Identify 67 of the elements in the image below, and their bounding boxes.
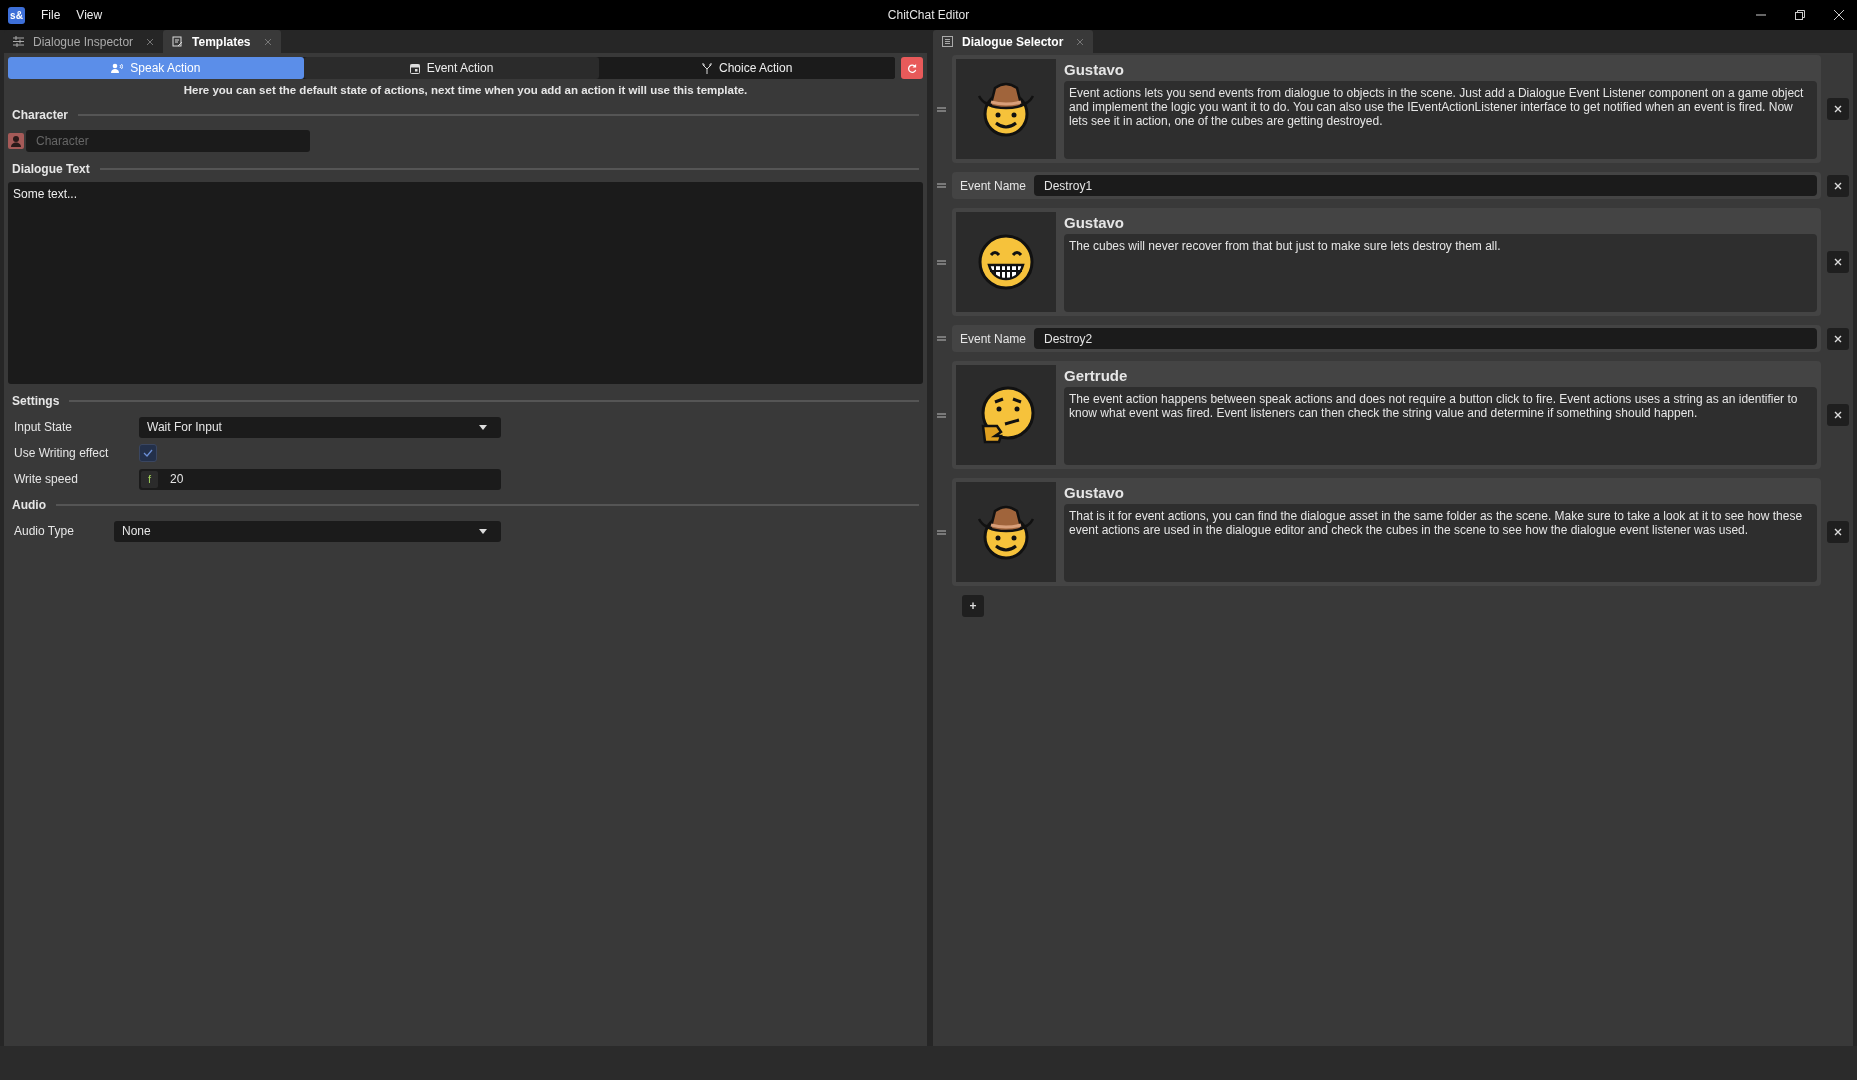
window-title: ChitChat Editor: [887, 8, 970, 22]
writing-effect-checkbox[interactable]: [139, 444, 157, 462]
drag-handle-icon[interactable]: [937, 106, 946, 112]
caret-icon: [479, 424, 487, 430]
delete-button[interactable]: [1827, 251, 1849, 273]
app-logo: s&: [8, 6, 25, 24]
character-field[interactable]: Character: [26, 130, 310, 152]
dialogue-text-field[interactable]: The event action happens between speak actions and does not require a button click to fire. Event actions uses a string as an identifier to know what event was fired. Event listeners can then check the string value and determine if something should happen.: [1064, 387, 1817, 465]
section-heading: Audio: [12, 498, 46, 512]
panel-tab[interactable]: Dialogue Selector: [933, 30, 1094, 53]
person-icon: [8, 133, 24, 149]
delete-button[interactable]: [1827, 174, 1849, 197]
person-speaking-icon: [111, 62, 124, 74]
section-heading: Settings: [12, 394, 60, 408]
add-action-button[interactable]: +: [962, 595, 984, 617]
panel-tab[interactable]: Templates: [163, 30, 281, 53]
audio-type-dropdown[interactable]: None: [114, 520, 501, 542]
menu-item[interactable]: File: [41, 8, 61, 22]
character-name: Gustavo: [1064, 483, 1125, 502]
caret-icon: [479, 528, 487, 534]
calendar-icon: [409, 62, 420, 74]
field-label: Event Name: [960, 331, 1027, 346]
character-name: Gertrude: [1064, 366, 1129, 385]
delete-button[interactable]: [1827, 521, 1849, 543]
field-label: Use Writing effect: [14, 446, 110, 460]
sliders-icon: [13, 36, 24, 47]
close-icon: [1834, 105, 1842, 113]
input-state-dropdown[interactable]: Wait For Input: [139, 416, 501, 438]
restore-icon[interactable]: [1794, 9, 1806, 21]
event-name-field[interactable]: Destroy2: [1034, 328, 1817, 349]
field-label: Input State: [14, 420, 74, 434]
refresh-icon: [907, 63, 917, 73]
close-icon: [1834, 181, 1842, 190]
delete-button[interactable]: [1827, 404, 1849, 426]
drag-handle-icon[interactable]: [937, 259, 946, 265]
character-name: Gustavo: [1064, 213, 1125, 232]
template-hint: Here you can set the default state of actions, next time when you add an action it will use this template.: [182, 83, 749, 98]
field-label: Audio Type: [14, 524, 75, 538]
dialogue-text-field[interactable]: That is it for event actions, you can find the dialogue asset in the same folder as the scene. Make sure to take a look at it to see how these event actions are used in the dialogue editor and check the cubes in the scene to see how the dialogue event listener was used.: [1064, 504, 1817, 582]
reset-button[interactable]: [901, 57, 923, 79]
section-heading: Dialogue Text: [12, 162, 90, 176]
drag-handle-icon[interactable]: [937, 336, 946, 341]
drag-handle-icon[interactable]: [937, 412, 946, 418]
event-name-field[interactable]: Destroy1: [1034, 175, 1817, 196]
write-speed-field[interactable]: f 20: [139, 468, 501, 490]
close-icon: [1834, 334, 1842, 343]
close-icon: [1834, 258, 1842, 266]
drag-handle-icon[interactable]: [937, 183, 946, 188]
document-edit-icon: [172, 36, 184, 47]
character-name: Gustavo: [1064, 60, 1125, 79]
close-icon[interactable]: [1833, 9, 1845, 21]
check-icon: [143, 449, 153, 457]
menu-item[interactable]: View: [76, 8, 103, 22]
close-icon: [1834, 411, 1842, 419]
list-icon: [942, 36, 953, 47]
fork-icon: [702, 62, 712, 74]
dialogue-text-field[interactable]: Some text...: [8, 182, 923, 384]
delete-button[interactable]: [1827, 98, 1849, 120]
action-tab[interactable]: Event Action: [303, 57, 600, 79]
close-icon: [1834, 528, 1842, 536]
delete-button[interactable]: [1827, 327, 1849, 350]
drag-handle-icon[interactable]: [937, 529, 946, 535]
field-label: Event Name: [960, 178, 1027, 193]
dialogue-text-field[interactable]: The cubes will never recover from that but just to make sure lets destroy them all.: [1064, 234, 1817, 312]
section-heading: Character: [12, 108, 69, 122]
dialogue-text-field[interactable]: Event actions lets you send events from dialogue to objects in the scene. Just add a Dialogue Event Listener component on a game object and implement the logic you want it to do. You can also use the IEventActionListener interface to get notified when an event is fired. Now lets see it in action, one of the cubes are getting destroyed.: [1064, 81, 1817, 159]
field-label: Write speed: [14, 472, 79, 486]
